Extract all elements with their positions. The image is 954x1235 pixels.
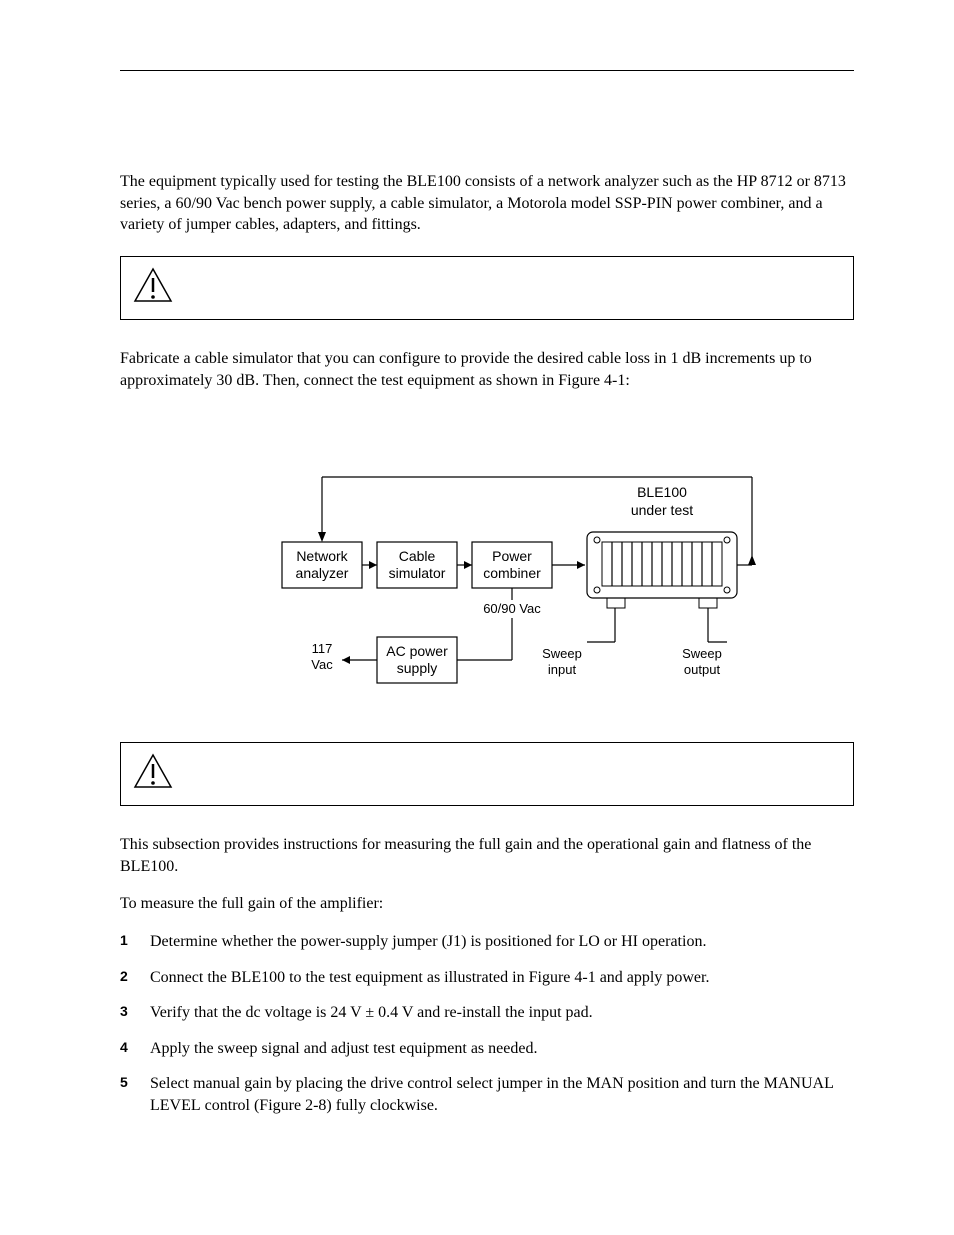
- caution-box-1: [120, 256, 854, 321]
- svg-text:supply: supply: [397, 660, 437, 676]
- gain-lead: To measure the full gain of the amplifie…: [120, 893, 854, 915]
- ble100-device: [587, 532, 737, 608]
- step-5: 5 Select manual gain by placing the driv…: [120, 1073, 854, 1116]
- caution-icon: [133, 753, 173, 796]
- intro-paragraph: The equipment typically used for testing…: [120, 171, 854, 236]
- step-number: 3: [120, 1002, 150, 1021]
- svg-text:combiner: combiner: [483, 565, 541, 581]
- step-number: 2: [120, 967, 150, 986]
- step-text: Connect the BLE100 to the test equipment…: [150, 967, 854, 989]
- step-text: Select manual gain by placing the drive …: [150, 1073, 854, 1116]
- svg-text:analyzer: analyzer: [296, 565, 349, 581]
- gain-intro: This subsection provides instructions fo…: [120, 834, 854, 877]
- svg-text:simulator: simulator: [389, 565, 446, 581]
- step-4: 4 Apply the sweep signal and adjust test…: [120, 1038, 854, 1060]
- test-setup-diagram: .box { fill:#fff; stroke:#000; stroke-wi…: [207, 442, 767, 702]
- step-2: 2 Connect the BLE100 to the test equipme…: [120, 967, 854, 989]
- caution-box-2: [120, 742, 854, 807]
- step-text: Apply the sweep signal and adjust test e…: [150, 1038, 854, 1060]
- svg-text:117: 117: [312, 641, 333, 656]
- svg-text:under test: under test: [631, 502, 693, 518]
- svg-text:BLE100: BLE100: [637, 484, 687, 500]
- svg-text:60/90 Vac: 60/90 Vac: [483, 601, 541, 616]
- fabricate-paragraph: Fabricate a cable simulator that you can…: [120, 348, 854, 391]
- figure-4-1: .box { fill:#fff; stroke:#000; stroke-wi…: [120, 442, 854, 702]
- step-3: 3 Verify that the dc voltage is 24 V ± 0…: [120, 1002, 854, 1024]
- svg-text:Vac: Vac: [311, 657, 333, 672]
- caution-icon: [133, 267, 173, 310]
- svg-text:Cable: Cable: [399, 548, 436, 564]
- svg-text:Power: Power: [492, 548, 532, 564]
- svg-text:Sweep: Sweep: [682, 646, 722, 661]
- step-number: 4: [120, 1038, 150, 1057]
- svg-text:AC power: AC power: [386, 643, 448, 659]
- step-text: Determine whether the power-supply jumpe…: [150, 931, 854, 953]
- step-1: 1 Determine whether the power-supply jum…: [120, 931, 854, 953]
- svg-text:Network: Network: [296, 548, 348, 564]
- step-number: 5: [120, 1073, 150, 1092]
- step-list: 1 Determine whether the power-supply jum…: [120, 931, 854, 1117]
- step-text: Verify that the dc voltage is 24 V ± 0.4…: [150, 1002, 854, 1024]
- step-number: 1: [120, 931, 150, 950]
- svg-text:Sweep: Sweep: [542, 646, 582, 661]
- header-rule: [120, 70, 854, 71]
- svg-text:output: output: [684, 662, 721, 677]
- svg-text:input: input: [548, 662, 577, 677]
